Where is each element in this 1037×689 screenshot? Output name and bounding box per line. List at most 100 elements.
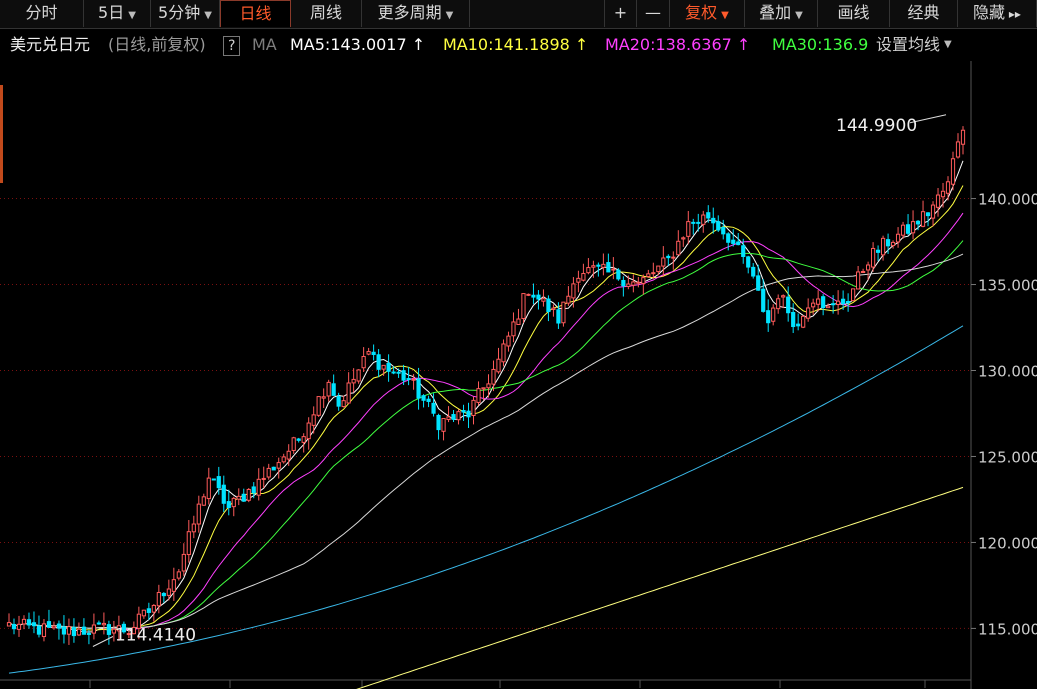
period-tab-label: 周线: [309, 3, 342, 22]
candle-up: [201, 496, 206, 506]
candle-up: [960, 129, 966, 145]
candle-up: [191, 523, 196, 533]
candle-down: [406, 378, 411, 381]
candle-up: [930, 204, 936, 219]
candle-up: [491, 368, 496, 385]
candle-up: [920, 211, 926, 227]
toolbar-btn-4[interactable]: 画线: [818, 0, 890, 27]
candle-down: [875, 249, 881, 253]
candle-up: [76, 628, 82, 636]
candle-up: [236, 495, 241, 500]
candle-up: [511, 321, 516, 337]
candlestick-chart: 115.000 120.000 125.000 130.000 135.000 140.0…: [0, 61, 1037, 689]
candle-down: [761, 288, 766, 312]
candle-up: [895, 233, 901, 243]
candle-down: [241, 493, 246, 502]
candle-down: [376, 354, 381, 370]
candle-down: [786, 296, 791, 314]
help-button[interactable]: ?: [223, 36, 241, 56]
toolbar-btn-1[interactable]: —: [637, 0, 670, 27]
low-value-label: 114.4140: [115, 625, 196, 645]
candle-up: [346, 382, 351, 404]
candle-down: [696, 221, 701, 224]
candle-up: [186, 531, 191, 556]
candle-down: [46, 621, 52, 628]
toolbar-btn-2[interactable]: 复权 ▼: [670, 0, 745, 27]
candle-up: [411, 378, 416, 381]
candle-down: [336, 396, 341, 407]
period-tab-2[interactable]: 5分钟 ▼: [151, 0, 220, 27]
candle-up: [276, 462, 281, 469]
candle-up: [306, 422, 311, 440]
high-value-label: 144.9900: [836, 116, 917, 136]
candle-down: [61, 626, 67, 635]
toolbar-btn-6[interactable]: 隐藏 ▸▸: [958, 0, 1037, 27]
candle-up: [291, 437, 296, 451]
candle-up: [801, 315, 806, 328]
candle-up: [231, 497, 236, 508]
candle-up: [501, 343, 506, 363]
candle-up: [286, 450, 291, 460]
candle-up: [156, 592, 161, 607]
candle-down: [706, 212, 711, 219]
toolbar-btn-3[interactable]: 叠加 ▼: [745, 0, 818, 27]
candle-up: [261, 477, 266, 480]
candle-up: [481, 387, 486, 390]
period-tab-3[interactable]: 日线: [220, 0, 291, 27]
candle-up: [361, 356, 366, 369]
ma-label: MA: [252, 35, 277, 54]
candle-down: [791, 311, 796, 328]
period-tab-5[interactable]: 更多周期 ▼: [362, 0, 470, 27]
candle-down: [436, 414, 441, 431]
candle-up: [671, 256, 676, 259]
candle-down: [386, 362, 391, 372]
candle-down: [666, 255, 671, 259]
candle-up: [496, 358, 501, 373]
toolbar-btn-5[interactable]: 经典: [890, 0, 958, 27]
candle-down: [846, 301, 851, 304]
ma-settings-button[interactable]: 设置均线 ▼: [876, 29, 952, 61]
candle-up: [366, 351, 371, 355]
candle-up: [316, 396, 321, 416]
candle-up: [196, 503, 201, 525]
candle-up: [281, 456, 286, 463]
candle-up: [776, 298, 781, 310]
ma10-value: MA10:141.1898 ↑: [443, 35, 589, 54]
y-tick-label: 135.000: [978, 277, 1037, 295]
candle-down: [401, 370, 406, 381]
candle-up: [256, 478, 261, 496]
candle-down: [711, 217, 716, 224]
y-tick-label: 125.000: [978, 448, 1037, 466]
candle-down: [721, 227, 726, 235]
candle-down: [751, 266, 756, 277]
candle-up: [171, 579, 176, 592]
candle-up: [890, 241, 896, 247]
candle-down: [371, 351, 376, 356]
candle-up: [561, 301, 566, 324]
candle-up: [576, 277, 581, 283]
candle-up: [446, 416, 451, 421]
toolbar-btn-label: 隐藏: [973, 3, 1006, 22]
candle-down: [726, 233, 731, 243]
candle-down: [905, 224, 911, 234]
candle-up: [945, 181, 951, 194]
candle-down: [766, 310, 771, 324]
candle-down: [161, 592, 166, 597]
candle-up: [51, 625, 57, 629]
candle-down: [36, 625, 42, 635]
candle-up: [870, 247, 876, 268]
candle-up: [861, 271, 866, 274]
candle-up: [701, 214, 706, 225]
period-tab-1[interactable]: 5日 ▼: [84, 0, 151, 27]
ma250-line: [356, 486, 964, 689]
candle-up: [601, 263, 606, 268]
candle-up: [880, 237, 886, 256]
candle-down: [221, 484, 226, 504]
candle-up: [471, 399, 476, 416]
candle-down: [431, 402, 436, 414]
candle-down: [546, 298, 551, 313]
period-tab-0[interactable]: 分时: [0, 0, 84, 27]
toolbar-btn-0[interactable]: +: [604, 0, 637, 27]
candle-up: [321, 396, 326, 399]
period-tab-4[interactable]: 周线: [291, 0, 362, 27]
